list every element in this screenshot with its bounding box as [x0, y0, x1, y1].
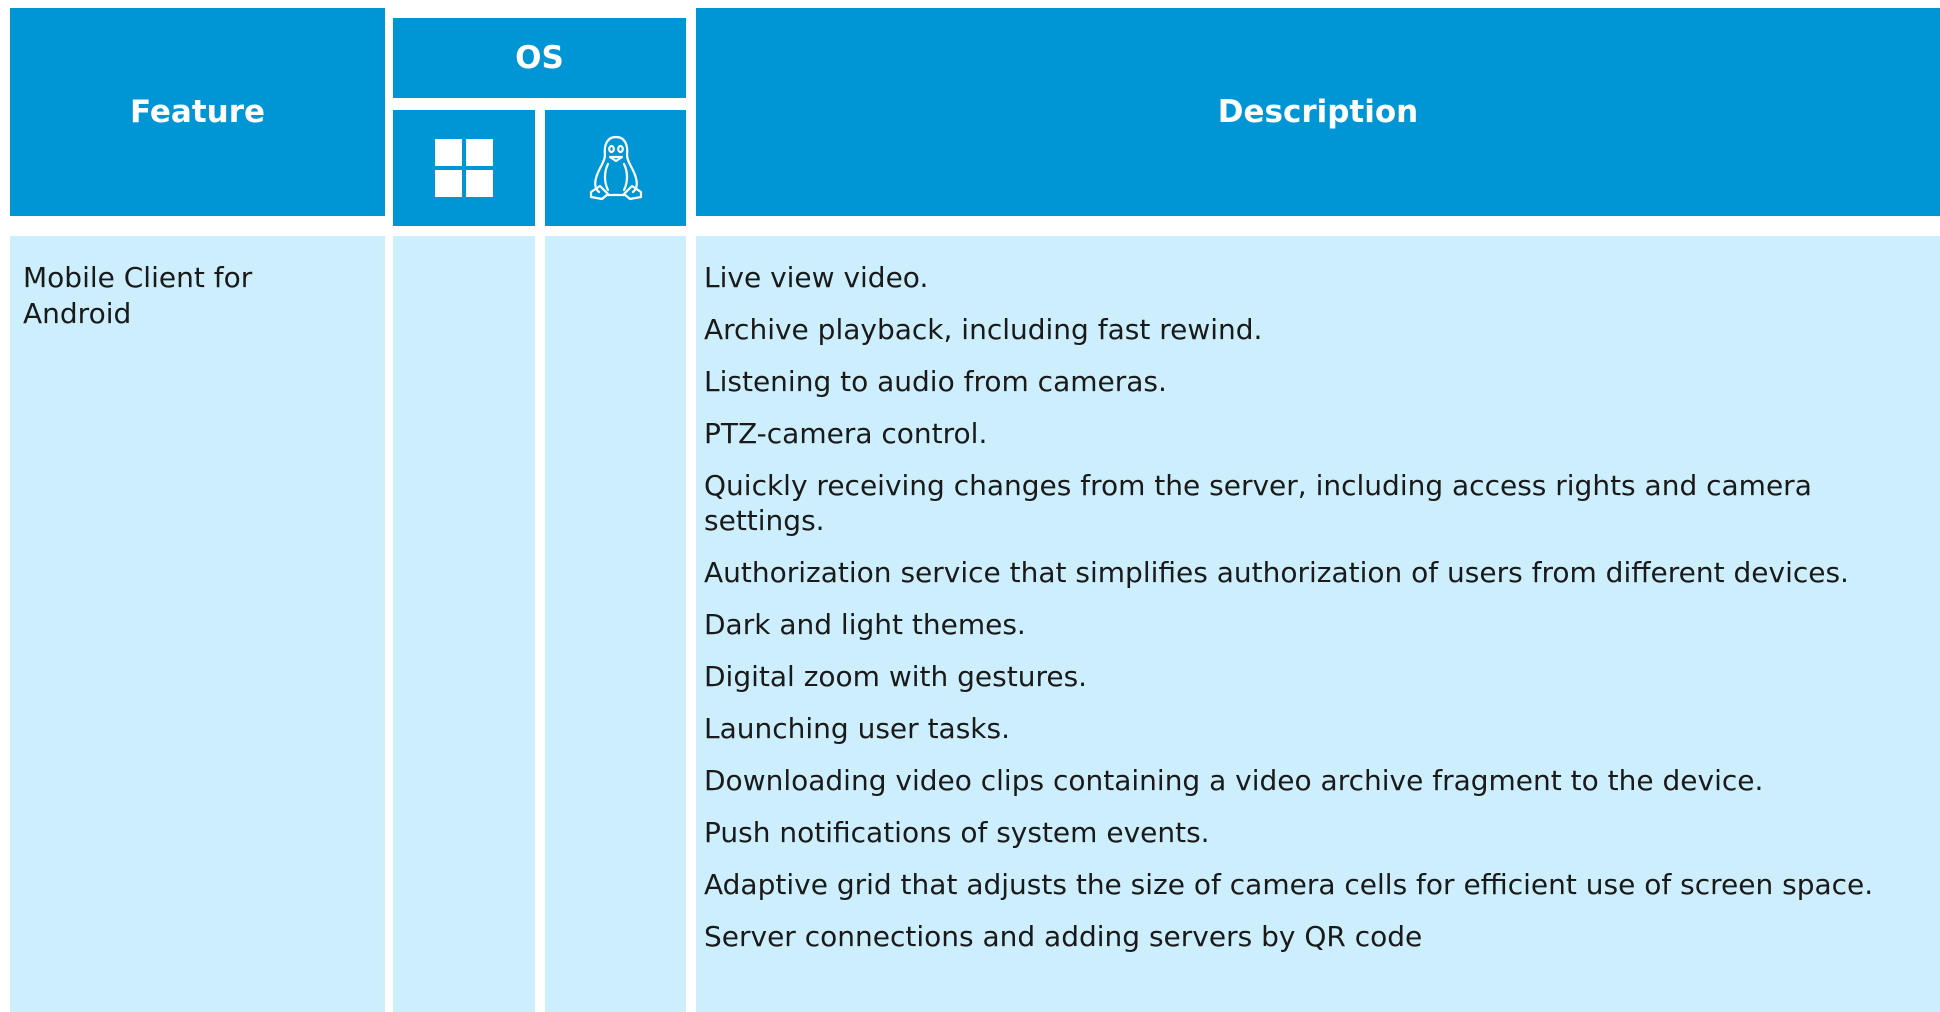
- header-os-linux: [545, 110, 686, 226]
- description-list: Live view video. Archive playback, inclu…: [704, 260, 1926, 971]
- description-item: Server connections and adding servers by…: [704, 920, 1423, 953]
- description-item: Dark and light themes.: [704, 608, 1026, 641]
- feature-name: Mobile Client for Android: [23, 261, 253, 330]
- description-item: Push notifications of system events.: [704, 816, 1210, 849]
- description-item: Live view video.: [704, 261, 929, 294]
- feature-cell: Mobile Client for Android: [10, 236, 385, 1012]
- header-feature-label: Feature: [129, 94, 266, 130]
- description-item: Archive playback, including fast rewind.: [704, 313, 1263, 346]
- description-item: Launching user tasks.: [704, 712, 1010, 745]
- description-item: Adaptive grid that adjusts the size of c…: [704, 868, 1874, 901]
- linux-icon: [586, 134, 646, 202]
- header-os-label: OS: [515, 40, 564, 76]
- description-cell: Live view video. Archive playback, inclu…: [696, 236, 1940, 1012]
- header-os-windows: [393, 110, 535, 226]
- header-description-label: Description: [1217, 94, 1419, 130]
- description-item: Listening to audio from cameras.: [704, 365, 1167, 398]
- description-item: PTZ-camera control.: [704, 417, 988, 450]
- os-linux-cell: [545, 236, 686, 1012]
- windows-icon: [435, 139, 493, 197]
- header-description: Description: [696, 8, 1940, 216]
- header-feature: Feature: [10, 8, 385, 216]
- os-windows-cell: [393, 236, 535, 1012]
- header-os: OS: [393, 18, 686, 98]
- description-item: Digital zoom with gestures.: [704, 660, 1088, 693]
- description-item: Authorization service that simplifies au…: [704, 556, 1849, 589]
- description-item: Downloading video clips containing a vid…: [704, 764, 1764, 797]
- description-item: Quickly receiving changes from the serve…: [704, 469, 1812, 537]
